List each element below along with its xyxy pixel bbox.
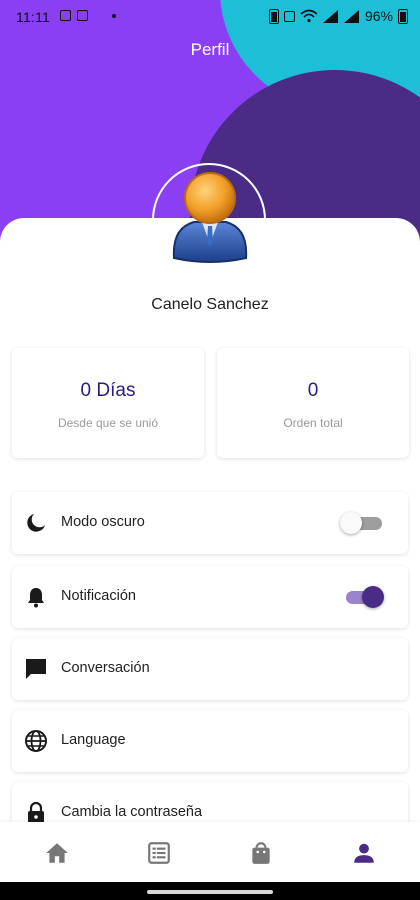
stat-orders-caption: Orden total [283, 416, 343, 430]
list-icon[interactable] [146, 840, 172, 866]
notifications-toggle[interactable] [344, 586, 384, 608]
app-notification-icon [77, 10, 88, 21]
stat-orders-value: 0 [307, 380, 319, 401]
menu-item-label: Conversación [61, 660, 150, 676]
status-bar: 11:11 96% [0, 0, 420, 34]
person-icon[interactable] [351, 840, 377, 866]
menu-item-label: Language [61, 732, 126, 748]
menu-item-label: Modo oscuro [61, 514, 145, 530]
stat-days-value: 0 Días [80, 380, 136, 401]
menu-item-notifications[interactable]: Notificación [12, 566, 408, 628]
menu-item-language[interactable]: Language [12, 710, 408, 772]
stat-orders-card: 0 Orden total [217, 348, 409, 458]
more-notifications-icon [112, 13, 116, 18]
alarm-icon [283, 10, 295, 22]
menu-item-conversation[interactable]: Conversación [12, 638, 408, 700]
menu-item-dark-mode[interactable]: Modo oscuro [12, 492, 408, 554]
bottom-nav [0, 822, 420, 882]
signal-icon-2 [343, 9, 359, 23]
signal-icon [322, 9, 338, 23]
stat-days-card: 0 Días Desde que se unió [12, 348, 204, 458]
dark-mode-toggle[interactable] [340, 512, 384, 534]
moon-icon [27, 514, 45, 532]
home-gesture-handle[interactable] [147, 890, 273, 894]
chat-icon [26, 659, 46, 679]
gallery-notification-icon [60, 10, 71, 21]
menu-item-label: Notificación [61, 588, 136, 604]
battery-percentage: 96% [364, 8, 393, 24]
page-title: Perfil [190, 40, 230, 59]
avatar[interactable] [168, 170, 252, 266]
shopping-bag-icon[interactable] [248, 840, 274, 866]
globe-icon [25, 730, 47, 752]
user-name: Canelo Sanchez [151, 296, 269, 313]
home-icon[interactable] [44, 840, 70, 866]
battery-icon [398, 8, 408, 24]
bell-icon [28, 588, 44, 608]
wifi-icon [300, 9, 318, 23]
menu-item-label: Cambia la contraseña [61, 804, 203, 820]
status-time: 11:11 [16, 9, 50, 25]
battery-saver-icon [268, 8, 279, 24]
stat-days-caption: Desde que se unió [57, 416, 159, 430]
